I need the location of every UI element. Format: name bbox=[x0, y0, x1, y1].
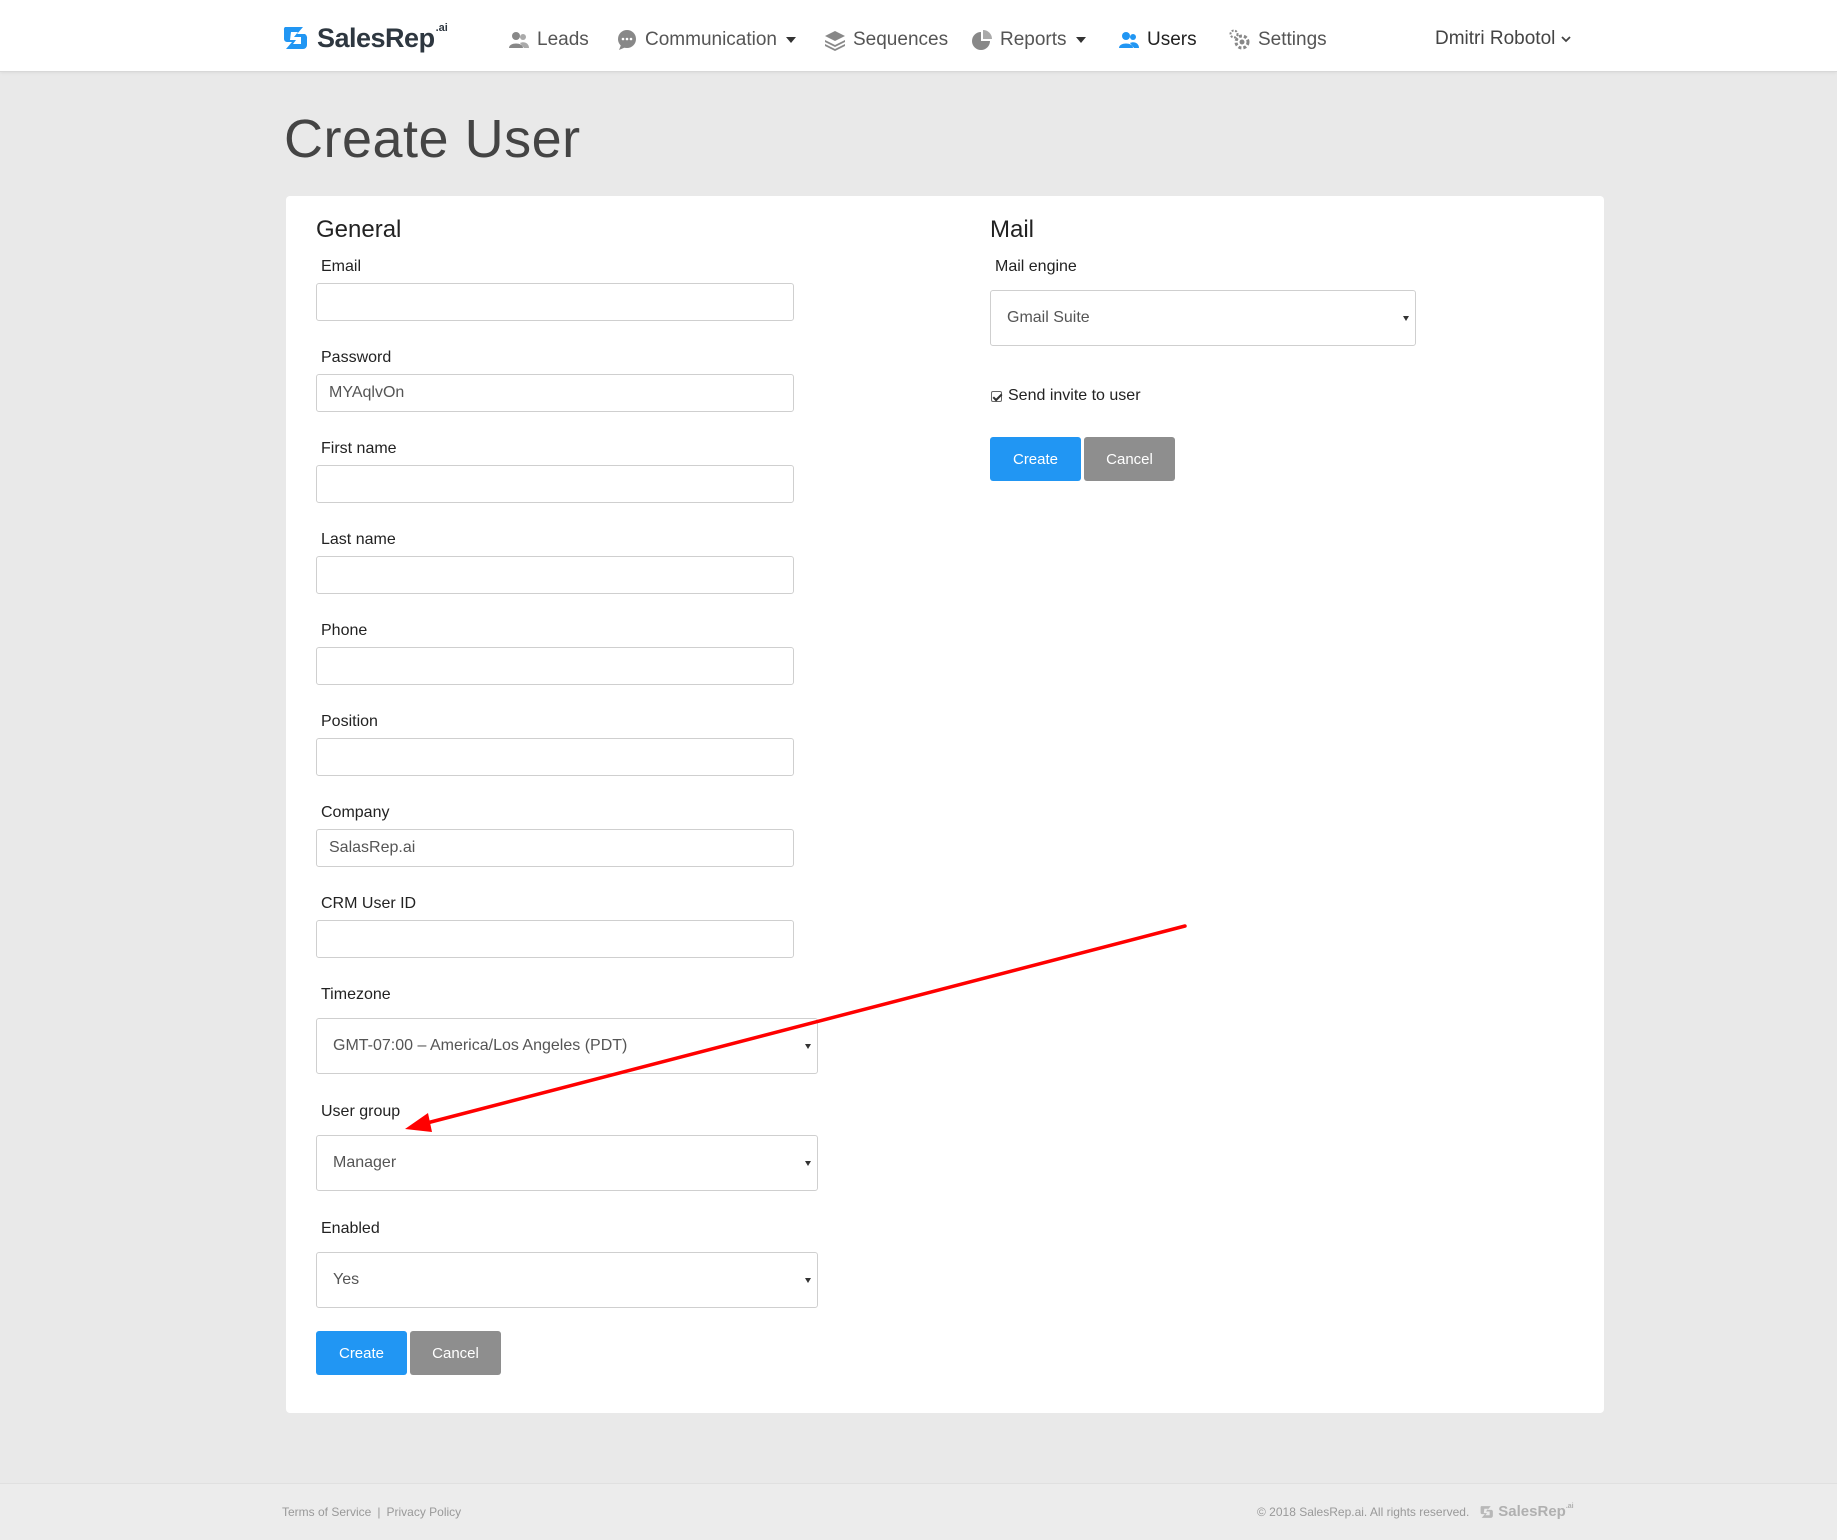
footer-logo: SalesRep .ai bbox=[1479, 1503, 1574, 1520]
last-name-field[interactable] bbox=[316, 556, 794, 594]
nav-label-settings: Settings bbox=[1258, 29, 1327, 50]
timezone-select[interactable]: GMT-07:00 – America/Los Angeles (PDT) bbox=[316, 1018, 818, 1074]
crm-user-id-label: CRM User ID bbox=[321, 895, 417, 912]
nav-item-leads[interactable]: Leads bbox=[508, 28, 589, 52]
position-field[interactable] bbox=[316, 738, 794, 776]
nav-label-users: Users bbox=[1147, 29, 1197, 50]
nav-item-settings[interactable]: Settings bbox=[1229, 28, 1327, 52]
email-label: Email bbox=[321, 258, 362, 275]
footer-copyright-block: © 2018 SalesRep.ai. All rights reserved.… bbox=[1257, 1503, 1574, 1520]
email-field[interactable] bbox=[316, 283, 794, 321]
user-group-value: Manager bbox=[333, 1154, 397, 1171]
cancel-button[interactable]: Cancel bbox=[410, 1331, 501, 1375]
mail-engine-label: Mail engine bbox=[995, 258, 1077, 275]
phone-field[interactable] bbox=[316, 647, 794, 685]
select-arrow-icon bbox=[805, 1044, 811, 1049]
position-label: Position bbox=[321, 713, 378, 730]
brand-name: SalesRep bbox=[317, 22, 435, 53]
footer-links: Terms of Service | Privacy Policy bbox=[282, 1505, 461, 1519]
select-arrow-icon bbox=[805, 1161, 811, 1166]
chat-icon bbox=[618, 30, 636, 50]
mail-engine-select[interactable]: Gmail Suite bbox=[990, 290, 1416, 346]
user-name: Dmitri Robotol bbox=[1435, 28, 1556, 49]
footer-logo-suffix: .ai bbox=[1565, 1503, 1574, 1510]
general-section-title: General bbox=[316, 216, 402, 243]
gears-icon bbox=[1229, 29, 1250, 50]
privacy-link[interactable]: Privacy Policy bbox=[386, 1505, 461, 1519]
company-label: Company bbox=[321, 804, 390, 821]
layers-icon bbox=[825, 31, 845, 51]
mail-cancel-button[interactable]: Cancel bbox=[1084, 437, 1175, 481]
nav-item-users[interactable]: Users bbox=[1118, 28, 1197, 52]
nav-label-reports: Reports bbox=[1000, 29, 1067, 50]
send-invite-label: Send invite to user bbox=[1008, 387, 1141, 404]
terms-link[interactable]: Terms of Service bbox=[282, 1505, 371, 1519]
footer-separator: | bbox=[377, 1505, 381, 1519]
send-invite-checkbox-row[interactable]: Send invite to user bbox=[991, 387, 1141, 405]
caret-down-icon bbox=[786, 37, 796, 43]
caret-down-icon bbox=[1075, 37, 1086, 43]
copyright-text: © 2018 SalesRep.ai. All rights reserved. bbox=[1257, 1504, 1470, 1519]
timezone-label: Timezone bbox=[321, 986, 391, 1003]
footer: Terms of Service | Privacy Policy © 2018… bbox=[0, 1483, 1837, 1540]
user-group-label: User group bbox=[321, 1103, 401, 1120]
user-group-icon bbox=[1119, 32, 1139, 48]
chevron-down-icon bbox=[1561, 36, 1572, 43]
send-invite-checkbox[interactable] bbox=[991, 390, 1002, 402]
company-field[interactable] bbox=[316, 829, 794, 867]
user-menu[interactable]: Dmitri Robotol bbox=[1435, 28, 1572, 50]
mail-create-button[interactable]: Create bbox=[990, 437, 1081, 481]
nav-item-communication[interactable]: Communication bbox=[616, 28, 796, 52]
enabled-value: Yes bbox=[333, 1271, 360, 1288]
enabled-select[interactable]: Yes bbox=[316, 1252, 818, 1308]
password-label: Password bbox=[321, 349, 392, 366]
top-navbar: SalesRep .ai Leads Communication Sequenc… bbox=[0, 0, 1837, 72]
mail-engine-value: Gmail Suite bbox=[1007, 309, 1090, 326]
user-group-select[interactable]: Manager bbox=[316, 1135, 818, 1191]
brand-logo[interactable]: SalesRep .ai bbox=[281, 22, 448, 54]
phone-label: Phone bbox=[321, 622, 368, 639]
page-title: Create User bbox=[284, 109, 581, 169]
nav-label-communication: Communication bbox=[645, 29, 777, 50]
pie-chart-icon bbox=[972, 30, 992, 50]
select-arrow-icon bbox=[1403, 316, 1409, 321]
users-icon bbox=[509, 32, 529, 48]
mail-section-title: Mail bbox=[990, 216, 1035, 243]
salesrep-logo-icon bbox=[1480, 1505, 1494, 1518]
footer-logo-name: SalesRep bbox=[1498, 1503, 1566, 1520]
first-name-label: First name bbox=[321, 440, 397, 457]
create-button[interactable]: Create bbox=[316, 1331, 407, 1375]
nav-item-reports[interactable]: Reports bbox=[971, 28, 1086, 52]
nav-item-sequences[interactable]: Sequences bbox=[824, 28, 948, 52]
create-user-form: General Email Password First name Last n… bbox=[286, 196, 1604, 1413]
select-arrow-icon bbox=[805, 1278, 811, 1283]
enabled-label: Enabled bbox=[321, 1220, 380, 1237]
password-field[interactable] bbox=[316, 374, 794, 412]
nav-label-leads: Leads bbox=[537, 29, 589, 50]
first-name-field[interactable] bbox=[316, 465, 794, 503]
crm-user-id-field[interactable] bbox=[316, 920, 794, 958]
brand-suffix: .ai bbox=[435, 22, 448, 34]
nav-label-sequences: Sequences bbox=[853, 29, 949, 50]
salesrep-logo-icon bbox=[283, 27, 308, 49]
last-name-label: Last name bbox=[321, 531, 396, 548]
timezone-value: GMT-07:00 – America/Los Angeles (PDT) bbox=[333, 1037, 628, 1054]
